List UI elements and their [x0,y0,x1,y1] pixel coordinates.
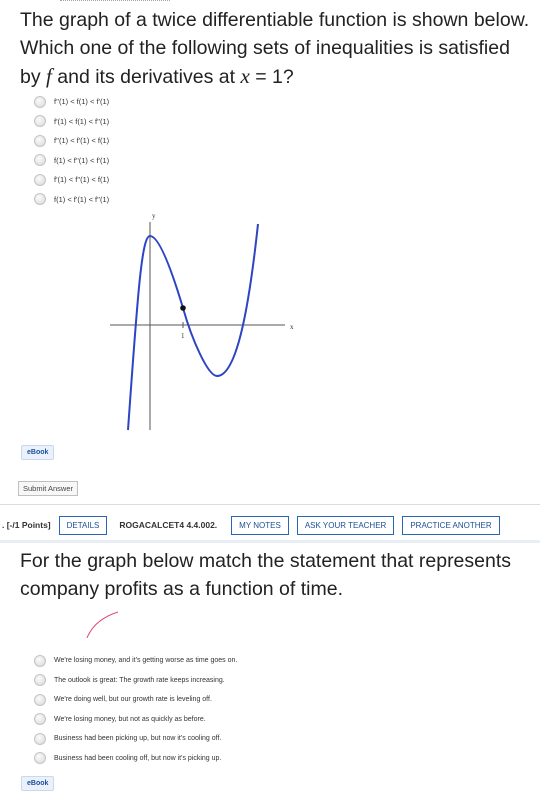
points-label: . [-/1 Points] [2,520,51,530]
option-6[interactable]: f(1) < f'(1) < f''(1) [34,190,109,210]
function-graph: y x 1 [110,212,294,431]
question-2-header-rule [0,540,540,543]
profit-sketch-graph [86,611,119,639]
option-5[interactable]: Business had been picking up, but now it… [34,729,237,749]
radio-button[interactable] [34,115,46,128]
radio-button[interactable] [34,134,46,147]
radio-button[interactable] [34,654,46,667]
radio-button[interactable] [34,732,46,745]
radio-button[interactable] [34,193,46,206]
radio-button[interactable] [34,752,46,765]
radio-button[interactable] [34,95,46,108]
radio-button[interactable] [34,173,46,186]
x-axis-label: x [290,323,294,331]
ebook-button[interactable]: eBook [21,445,55,460]
question-2-text: For the graph below match the statement … [20,550,512,600]
x-tick-label: 1 [181,332,185,340]
option-1[interactable]: We're losing money, and it's getting wor… [34,651,237,671]
section-divider [0,504,540,505]
point-at-x-1 [180,305,186,311]
option-3[interactable]: We're doing well, but our growth rate is… [34,690,237,710]
option-5[interactable]: f'(1) < f''(1) < f(1) [34,170,109,190]
radio-button[interactable] [34,693,46,706]
option-1[interactable]: f''(1) < f(1) < f'(1) [34,92,109,112]
question-2-toolbar: . [-/1 Points] DETAILS ROGACALCET4 4.4.0… [0,512,540,538]
option-3[interactable]: f''(1) < f'(1) < f(1) [34,131,109,151]
option-2[interactable]: f'(1) < f(1) < f''(1) [34,112,109,132]
radio-button[interactable] [34,713,46,726]
option-2[interactable]: The outlook is great: The growth rate ke… [34,671,237,691]
submit-answer-button[interactable]: Submit Answer [18,481,79,496]
y-axis-label: y [152,212,156,220]
details-button[interactable]: DETAILS [58,515,108,535]
problem-code: ROGACALCET4 4.4.002. [119,520,218,530]
radio-button[interactable] [34,154,46,167]
top-divider [60,0,170,2]
function-curve [127,223,259,431]
ebook-button[interactable]: eBook [21,776,55,791]
option-4[interactable]: We're losing money, but not as quickly a… [34,710,237,730]
question-2-options: We're losing money, and it's getting wor… [34,651,237,768]
option-4[interactable]: f(1) < f''(1) < f'(1) [34,151,109,171]
option-6[interactable]: Business had been cooling off, but now i… [34,749,237,769]
ask-teacher-button[interactable]: ASK YOUR TEACHER [296,515,395,535]
profit-curve [86,611,119,639]
question-1-options: f''(1) < f(1) < f'(1) f'(1) < f(1) < f''… [34,92,109,209]
question-1-text: The graph of a twice differentiable func… [20,9,530,88]
my-notes-button[interactable]: MY NOTES [231,515,289,535]
radio-button[interactable] [34,674,46,687]
practice-another-button[interactable]: PRACTICE ANOTHER [402,515,500,535]
